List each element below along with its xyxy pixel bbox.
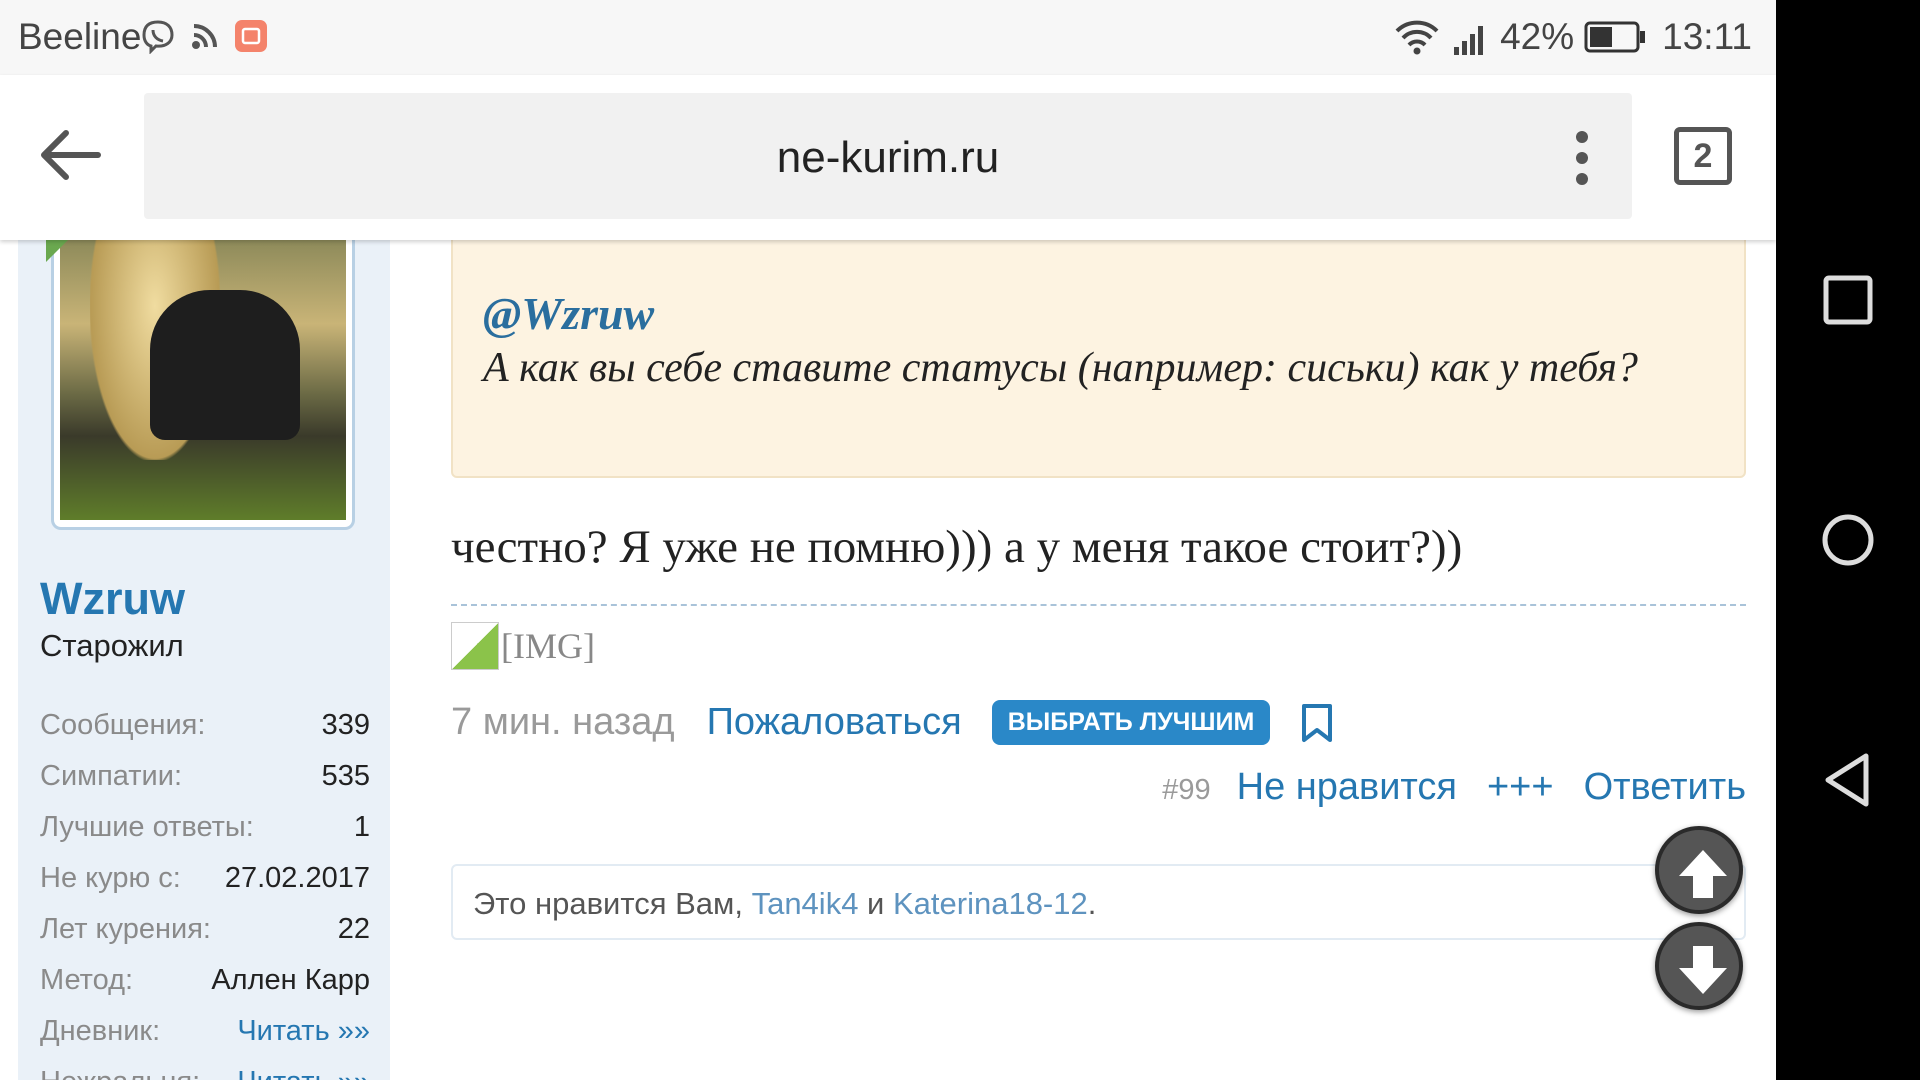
unlike-link[interactable]: Не нравится <box>1237 766 1457 809</box>
image-alt-text: [IMG] <box>501 626 595 666</box>
stat-row: Дневник: Читать »» <box>40 1006 370 1057</box>
arrow-up-icon <box>1679 850 1727 898</box>
stat-label: Нежральня: <box>40 1057 200 1080</box>
signal-icon <box>1454 26 1484 55</box>
back-nav-icon[interactable] <box>1818 750 1878 810</box>
stat-label: Лет курения: <box>40 913 211 945</box>
stat-row: Сообщения: 339 <box>40 700 370 751</box>
likes-prefix: Это нравится Вам, <box>473 886 752 921</box>
post-meta: 7 мин. назад Пожаловаться ВЫБРАТЬ ЛУЧШИМ <box>451 700 1334 745</box>
avatar-frame <box>51 240 355 530</box>
scroll-up-button[interactable] <box>1655 826 1743 914</box>
home-icon[interactable] <box>1818 510 1878 570</box>
stat-value: 535 <box>321 760 370 792</box>
stat-value: 339 <box>321 709 370 741</box>
more-menu-icon[interactable] <box>1572 131 1592 185</box>
quote-text: А как вы себе ставите статусы (например:… <box>483 345 1638 391</box>
stat-value: 1 <box>353 811 370 843</box>
rss-icon <box>192 24 217 49</box>
battery-icon <box>1584 21 1646 53</box>
stat-label: Сообщения: <box>40 709 206 741</box>
bookmark-icon[interactable] <box>1300 703 1334 743</box>
app-notification-icon <box>235 20 267 52</box>
stat-row: Лучшие ответы: 1 <box>40 802 370 853</box>
system-nav-bar <box>1776 0 1920 1080</box>
author-stats: Сообщения: 339 Симпатии: 535 Лучшие отве… <box>40 700 370 1080</box>
online-indicator <box>46 240 68 262</box>
broken-image-icon <box>451 622 499 670</box>
stat-row: Метод: Аллен Карр <box>40 955 370 1006</box>
choose-best-button[interactable]: ВЫБРАТЬ ЛУЧШИМ <box>991 700 1271 745</box>
post-actions: #99 Не нравится +++ Ответить <box>1162 766 1746 809</box>
recents-icon[interactable] <box>1818 270 1878 330</box>
diary-read-link[interactable]: Читать »» <box>237 1006 370 1057</box>
avatar[interactable] <box>60 240 346 520</box>
stat-label: Симпатии: <box>40 760 183 792</box>
stat-row: Не курю с: 27.02.2017 <box>40 853 370 904</box>
notification-icons <box>140 18 268 54</box>
stat-row: Лет курения: 22 <box>40 904 370 955</box>
likes-text: Это нравится Вам, Tan4ik4 и Katerina18-1… <box>473 886 1096 922</box>
back-arrow-icon[interactable] <box>36 125 106 185</box>
clock: 13:11 <box>1662 16 1752 57</box>
browser-toolbar: ne-kurim.ru 2 <box>0 75 1776 240</box>
likes-conjunction: и <box>858 886 893 921</box>
plus-link[interactable]: +++ <box>1487 766 1554 809</box>
likes-summary: Это нравится Вам, Tan4ik4 и Katerina18-1… <box>451 864 1746 940</box>
author-title: Старожил <box>40 628 184 663</box>
likes-suffix: . <box>1087 886 1097 921</box>
signature-divider <box>451 604 1746 606</box>
tab-switcher-button[interactable]: 2 <box>1674 127 1732 185</box>
stat-value: 22 <box>337 913 370 945</box>
liker-link[interactable]: Katerina18-12 <box>893 886 1088 921</box>
post-message: честно? Я уже не помню))) а у меня такое… <box>451 521 1463 573</box>
address-bar[interactable]: ne-kurim.ru <box>144 93 1632 219</box>
stat-value: Аллен Карр <box>211 964 370 996</box>
report-link[interactable]: Пожаловаться <box>707 701 962 744</box>
status-bar: Beeline 42% 13:11 <box>0 0 1776 75</box>
stat-label: Не курю с: <box>40 862 181 894</box>
quote-author-mention[interactable]: @Wzruw <box>483 287 654 340</box>
arrow-down-icon <box>1679 946 1727 994</box>
stat-row: Симпатии: 535 <box>40 751 370 802</box>
viber-icon <box>142 20 174 54</box>
scroll-down-button[interactable] <box>1655 922 1743 1010</box>
nezhralnya-read-link[interactable]: Читать »» <box>237 1057 370 1080</box>
wifi-icon <box>1395 20 1439 55</box>
liker-link[interactable]: Tan4ik4 <box>752 886 859 921</box>
author-sidebar: Wzruw Старожил Сообщения: 339 Симпатии: … <box>18 240 390 1080</box>
stat-label: Метод: <box>40 964 134 996</box>
carrier-name: Beeline <box>18 16 142 57</box>
stat-value: 27.02.2017 <box>224 862 370 894</box>
stat-label: Лучшие ответы: <box>40 811 254 843</box>
stat-row: Нежральня: Читать »» <box>40 1057 370 1080</box>
post-time[interactable]: 7 мин. назад <box>451 701 675 744</box>
broken-image: [IMG] <box>451 622 595 670</box>
status-right: 42% 13:11 <box>1394 16 1752 58</box>
url-text: ne-kurim.ru <box>776 133 1000 182</box>
stat-label: Дневник: <box>40 1015 161 1047</box>
author-username[interactable]: Wzruw <box>40 573 185 625</box>
battery-percent: 42% <box>1500 16 1575 57</box>
reply-link[interactable]: Ответить <box>1584 766 1746 809</box>
browser-screen: Beeline 42% 13:11 Wzruw Старожил Сообщен… <box>0 0 1776 1080</box>
post-number[interactable]: #99 <box>1162 774 1210 807</box>
